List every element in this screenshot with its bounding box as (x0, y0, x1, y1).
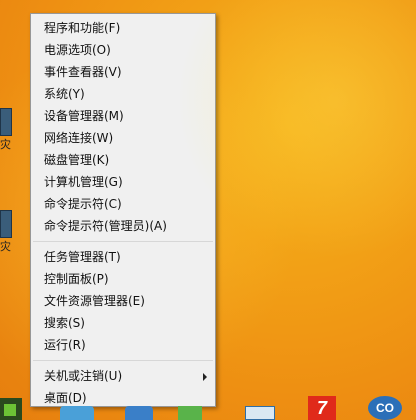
menu-item-label: 电源选项(O) (44, 43, 111, 57)
menu-item-system[interactable]: 系统(Y) (31, 83, 215, 105)
menu-item-label: 命令提示符(管理员)(A) (44, 219, 167, 233)
menu-item-shutdown-signout[interactable]: 关机或注销(U) (31, 365, 215, 387)
app-icon[interactable] (245, 406, 275, 420)
menu-item-computer-management[interactable]: 计算机管理(G) (31, 171, 215, 193)
menu-separator (33, 360, 213, 361)
menu-item-label: 搜索(S) (44, 316, 85, 330)
menu-item-label: 运行(R) (44, 338, 86, 352)
menu-item-label: 程序和功能(F) (44, 21, 121, 35)
menu-item-control-panel[interactable]: 控制面板(P) (31, 268, 215, 290)
seven-icon-text: 7 (316, 398, 327, 418)
co-icon-text: CO (376, 401, 394, 415)
desktop-icon-partial[interactable] (0, 210, 12, 238)
seven-app-icon[interactable]: 7 (308, 396, 336, 420)
menu-item-event-viewer[interactable]: 事件查看器(V) (31, 61, 215, 83)
menu-item-label: 关机或注销(U) (44, 369, 123, 383)
desktop-icon-label: 灾 (0, 240, 11, 253)
menu-item-file-explorer[interactable]: 文件资源管理器(E) (31, 290, 215, 312)
menu-item-command-prompt[interactable]: 命令提示符(C) (31, 193, 215, 215)
start-button[interactable] (0, 398, 22, 420)
menu-separator (33, 241, 213, 242)
desktop-icon-label: 灾 (0, 138, 11, 151)
desktop-icon-partial[interactable] (0, 108, 12, 136)
file-explorer-icon[interactable] (125, 406, 153, 420)
menu-item-programs-features[interactable]: 程序和功能(F) (31, 17, 215, 39)
chevron-right-icon (203, 373, 207, 381)
menu-item-label: 事件查看器(V) (44, 65, 122, 79)
menu-item-label: 计算机管理(G) (44, 175, 123, 189)
app-icon[interactable] (178, 406, 202, 420)
menu-item-device-manager[interactable]: 设备管理器(M) (31, 105, 215, 127)
menu-item-label: 设备管理器(M) (44, 109, 124, 123)
internet-explorer-icon[interactable] (60, 406, 94, 420)
menu-item-run[interactable]: 运行(R) (31, 334, 215, 356)
menu-item-label: 命令提示符(C) (44, 197, 122, 211)
desktop-background: 灾 灾 程序和功能(F) 电源选项(O) 事件查看器(V) 系统(Y) 设备管理… (0, 0, 416, 420)
menu-item-search[interactable]: 搜索(S) (31, 312, 215, 334)
menu-item-label: 文件资源管理器(E) (44, 294, 145, 308)
winx-context-menu: 程序和功能(F) 电源选项(O) 事件查看器(V) 系统(Y) 设备管理器(M)… (30, 13, 216, 407)
menu-item-power-options[interactable]: 电源选项(O) (31, 39, 215, 61)
menu-item-task-manager[interactable]: 任务管理器(T) (31, 246, 215, 268)
menu-item-label: 网络连接(W) (44, 131, 114, 145)
menu-item-label: 系统(Y) (44, 87, 85, 101)
menu-item-command-prompt-admin[interactable]: 命令提示符(管理员)(A) (31, 215, 215, 237)
menu-item-label: 控制面板(P) (44, 272, 109, 286)
menu-item-network-connections[interactable]: 网络连接(W) (31, 127, 215, 149)
co-app-icon[interactable]: CO (368, 396, 402, 420)
menu-item-label: 任务管理器(T) (44, 250, 121, 264)
menu-item-label: 磁盘管理(K) (44, 153, 110, 167)
menu-item-label: 桌面(D) (44, 391, 87, 405)
menu-item-disk-management[interactable]: 磁盘管理(K) (31, 149, 215, 171)
